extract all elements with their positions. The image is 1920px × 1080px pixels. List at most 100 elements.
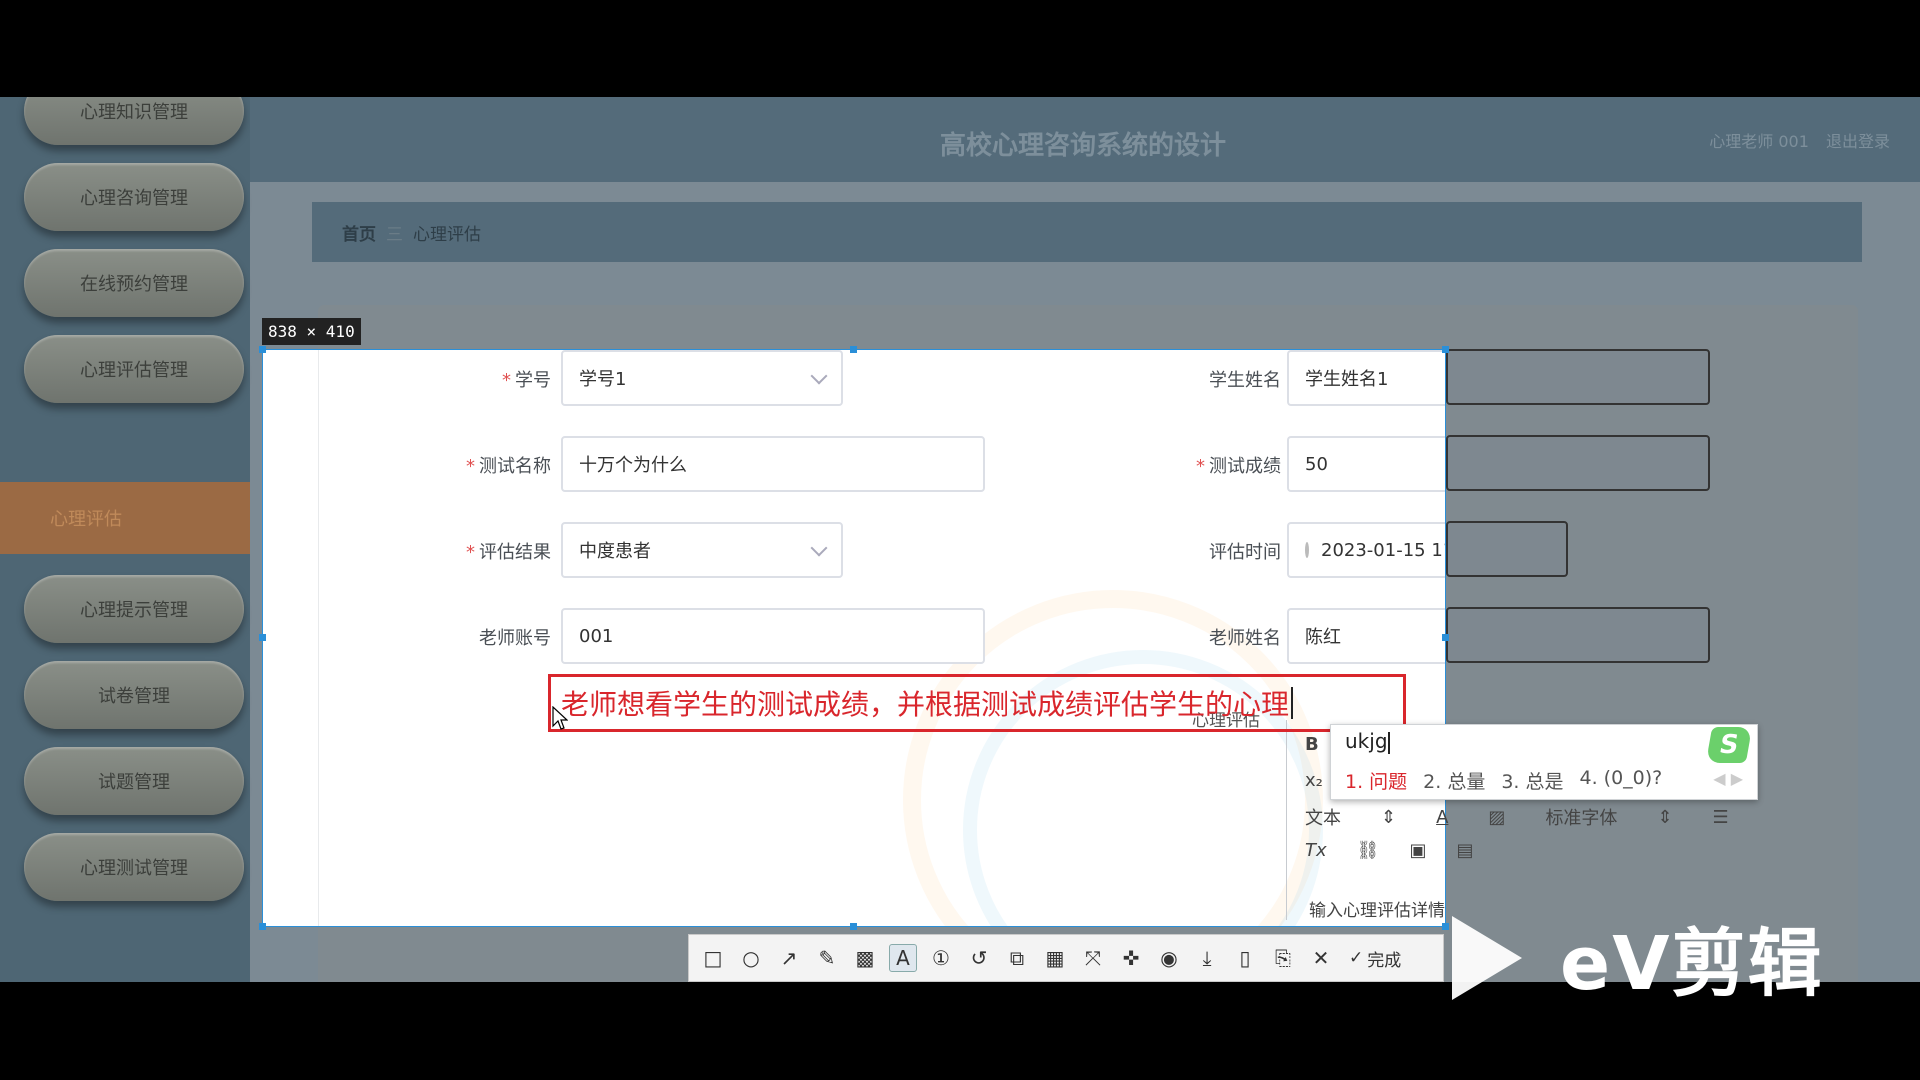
sidebar-item-label: 试卷管理: [98, 686, 170, 707]
sidebar-item-knowledge[interactable]: 心理知识管理: [24, 97, 244, 145]
resize-handle[interactable]: [1442, 346, 1449, 353]
resize-handle[interactable]: [850, 923, 857, 930]
eval-time-field-outside: [1446, 521, 1568, 577]
breadcrumb-current: 心理评估: [413, 224, 481, 245]
clock-icon: [1305, 542, 1309, 558]
breadcrumb-home[interactable]: 首页: [342, 220, 376, 245]
teacher-account-field[interactable]: 001: [561, 608, 985, 664]
align-icon[interactable]: ☰: [1713, 807, 1729, 828]
mouse-cursor-icon: [552, 706, 568, 730]
screen: 心理知识管理 心理咨询管理 在线预约管理 心理评估管理 心理评估 心理提示管理 …: [0, 0, 1920, 1080]
pin-icon[interactable]: ⤧: [1079, 944, 1107, 972]
ime-page-arrows-icon[interactable]: ◀ ▶: [1713, 769, 1743, 788]
resize-handle[interactable]: [259, 923, 266, 930]
editor-placeholder: 输入心理评估详情: [1309, 901, 1445, 921]
rectangle-icon[interactable]: □: [699, 944, 727, 972]
sidebar-item-evaluation[interactable]: 心理评估管理: [24, 335, 244, 403]
table-icon[interactable]: ▤: [1457, 840, 1474, 861]
eval-result-label: * 评估结果: [411, 538, 551, 564]
test-score-field-outside: [1446, 435, 1710, 491]
ocr-icon[interactable]: ▦: [1041, 944, 1069, 972]
ellipse-icon[interactable]: ○: [737, 944, 765, 972]
sidebar-item-appointment[interactable]: 在线预约管理: [24, 249, 244, 317]
test-name-field[interactable]: 十万个为什么: [561, 436, 985, 492]
mosaic-icon[interactable]: ▩: [851, 944, 879, 972]
editor-toolbar-row: Tx ⛓ ▣ ▤: [1305, 840, 1474, 861]
eval-time-picker[interactable]: 2023-01-15 11:26:25: [1287, 522, 1445, 578]
annotation-text: 老师想看学生的测试成绩，并根据测试成绩评估学生的心理: [561, 688, 1290, 721]
test-name-label: * 测试名称: [411, 452, 551, 478]
ime-candidate[interactable]: 3. 总是: [1501, 767, 1563, 794]
ime-candidate[interactable]: 2. 总量: [1423, 767, 1485, 794]
capture-toolbar: □ ○ ↗ ✎ ▩ A ① ↺ ⧉ ▦ ⤧ ✜ ◉ ⤓ ▯ ⎘ ✕ ✓ 完成: [688, 934, 1444, 982]
sidebar-item-papers[interactable]: 试卷管理: [24, 661, 244, 729]
editor-toolbar-row: 文本 ⇕ A ▨ 标准字体 ⇕ ☰: [1305, 804, 1729, 830]
pushpin-icon[interactable]: ✜: [1117, 944, 1145, 972]
resize-handle[interactable]: [1442, 634, 1449, 641]
ime-candidate[interactable]: 4. (0_0)?: [1580, 767, 1663, 794]
ime-candidates: 1. 问题 2. 总量 3. 总是 4. (0_0)?: [1345, 767, 1662, 794]
font-family-select[interactable]: 标准字体: [1545, 804, 1617, 830]
number-icon[interactable]: ①: [927, 944, 955, 972]
record-icon[interactable]: ◉: [1155, 944, 1183, 972]
editor-toolbar-row: B: [1305, 734, 1319, 755]
clear-format-button[interactable]: Tx: [1305, 840, 1327, 861]
teacher-name-field[interactable]: 陈红: [1287, 608, 1445, 664]
select-value: 中度患者: [579, 541, 651, 562]
pencil-icon[interactable]: ✎: [813, 944, 841, 972]
label-text: 评估结果: [479, 542, 551, 563]
sidebar-item-consult[interactable]: 心理咨询管理: [24, 163, 244, 231]
sidebar-item-questions[interactable]: 试题管理: [24, 747, 244, 815]
sidebar-item-tips[interactable]: 心理提示管理: [24, 575, 244, 643]
link-icon[interactable]: ⛓: [1357, 840, 1380, 861]
undo-icon[interactable]: ↺: [965, 944, 993, 972]
bold-button[interactable]: B: [1305, 734, 1319, 755]
eval-result-select[interactable]: 中度患者: [561, 522, 843, 578]
text-caret: [1291, 687, 1294, 719]
resize-handle[interactable]: [1442, 923, 1449, 930]
updown-icon: ⇕: [1381, 806, 1397, 828]
arrow-icon[interactable]: ↗: [775, 944, 803, 972]
text-icon[interactable]: A: [889, 944, 917, 972]
header: 高校心理咨询系统的设计 心理老师 001 退出登录: [250, 97, 1920, 182]
test-score-field[interactable]: 50: [1287, 436, 1445, 492]
test-score-label: * 测试成绩: [1141, 452, 1281, 478]
breadcrumb-separator: 三: [386, 224, 403, 245]
watermark: eV剪辑: [1452, 904, 1823, 1011]
font-color-icon[interactable]: A: [1436, 807, 1448, 828]
picker-value: 2023-01-15 11:26:25: [1321, 539, 1445, 561]
highlight-icon[interactable]: ▨: [1488, 807, 1505, 828]
resize-handle[interactable]: [259, 634, 266, 641]
field-value: 50: [1305, 453, 1328, 475]
download-icon[interactable]: ⤓: [1193, 944, 1221, 972]
teacher-name-label: 老师姓名: [1209, 628, 1281, 649]
text-annotation[interactable]: 老师想看学生的测试成绩，并根据测试成绩评估学生的心理: [548, 674, 1406, 732]
text-style-select[interactable]: 文本: [1305, 804, 1341, 830]
student-name-field[interactable]: 学生姓名1: [1287, 350, 1445, 406]
resize-handle[interactable]: [259, 346, 266, 353]
label-text: 测试成绩: [1209, 456, 1281, 477]
watermark-text: eV剪辑: [1560, 921, 1824, 1007]
updown-icon: ⇕: [1657, 806, 1673, 828]
sidebar-item-tests[interactable]: 心理测试管理: [24, 833, 244, 901]
field-value: 十万个为什么: [579, 455, 687, 476]
ime-candidate[interactable]: 1. 问题: [1345, 767, 1407, 794]
done-button[interactable]: ✓ 完成: [1349, 946, 1401, 971]
app-title: 高校心理咨询系统的设计: [940, 131, 1227, 161]
long-screenshot-icon[interactable]: ▯: [1231, 944, 1259, 972]
ime-input-text: ukjg: [1345, 729, 1388, 753]
image-icon[interactable]: ▣: [1410, 840, 1427, 861]
sidebar-item-label: 试题管理: [98, 772, 170, 793]
close-icon[interactable]: ✕: [1307, 944, 1335, 972]
resize-handle[interactable]: [850, 346, 857, 353]
play-logo-icon: [1452, 915, 1522, 1000]
bookmark-icon[interactable]: ⎘: [1269, 944, 1297, 972]
logout-link[interactable]: 退出登录: [1826, 132, 1890, 151]
copy-icon[interactable]: ⧉: [1003, 944, 1031, 972]
select-value: 学号1: [579, 369, 627, 390]
student-id-select[interactable]: 学号1: [561, 350, 843, 406]
subscript-button[interactable]: x₂: [1305, 770, 1323, 791]
sidebar-subitem-evaluation[interactable]: 心理评估: [0, 482, 250, 554]
chevron-down-icon: [810, 539, 828, 557]
capture-selection[interactable]: * 学号 学号1 学生姓名 学生姓名1 * 测试名称 十万个为什么 * 测试成绩 50…: [262, 349, 1446, 927]
